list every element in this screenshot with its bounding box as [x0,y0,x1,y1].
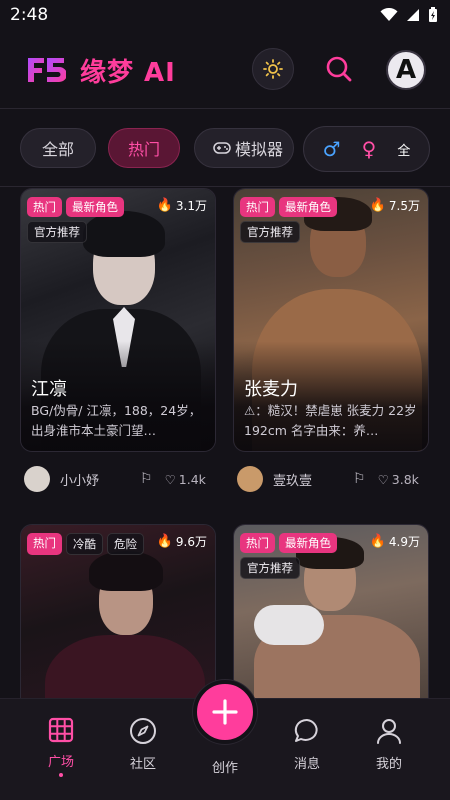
app-screen: 2:48 缘梦 AI A 全部 热门 模拟器 ♂ ♀ 全 热门 最新角色 官方推… [0,0,450,800]
heat-value: 3.1万 [175,199,207,213]
grid-icon [48,717,74,743]
heat-count: 🔥 7.5万 [370,197,420,214]
heat-value: 9.6万 [175,535,207,549]
tag-badge: 最新角色 [279,533,337,553]
tag-badge: 官方推荐 [240,221,300,243]
status-bar: 2:48 [0,0,450,30]
author-avatar[interactable] [237,466,263,492]
nav-community-label: 社区 [129,757,156,772]
tag-badge: 热门 [240,197,275,217]
male-filter-button[interactable]: ♂ [323,137,341,161]
heat-count: 🔥 9.6万 [157,533,207,550]
active-indicator [59,773,63,777]
tab-simulator[interactable]: 模拟器 [194,128,294,168]
tag-list: 热门 最新角色 官方推荐 [240,533,370,579]
flame-icon: 🔥 [369,198,386,213]
tag-badge: 官方推荐 [240,557,300,579]
app-title: 缘梦 AI [80,58,176,88]
like-count: 1.4k [178,471,206,487]
gender-all-button[interactable]: 全 [397,140,410,159]
tag-list: 热门 冷酷 危险 [27,533,157,555]
header-divider [0,108,450,109]
nav-mine[interactable]: 我的 [359,717,419,772]
tabs-divider [0,186,450,187]
heat-value: 4.9万 [388,535,420,549]
character-feed[interactable]: 热门 最新角色 官方推荐 🔥 3.1万 江凛 BG/伪骨/ 江凛，188，24岁… [0,188,450,698]
tag-badge: 危险 [107,533,144,555]
user-avatar-button[interactable]: A [386,50,426,90]
theme-toggle-button[interactable] [252,48,294,90]
character-name: 张麦力 [244,379,298,400]
female-filter-button[interactable]: ♀ [362,137,377,161]
top-header: 缘梦 AI A [0,40,450,100]
character-card[interactable]: 热门 最新角色 官方推荐 🔥 3.1万 江凛 BG/伪骨/ 江凛，188，24岁… [20,188,216,452]
report-flag-icon[interactable]: ⚐ [140,471,153,487]
wifi-icon [380,8,398,21]
tab-all[interactable]: 全部 [20,128,96,168]
create-button[interactable] [193,680,257,744]
card-meta-row: 壹玖壹 ⚐ ♡ 3.8k [233,466,429,492]
author-name[interactable]: 壹玖壹 [273,470,349,489]
nav-plaza[interactable]: 广场 [31,717,91,777]
plus-icon [212,699,238,725]
character-description: BG/伪骨/ 江凛，188，24岁，出身淮市本土豪门望… [31,403,202,438]
tag-badge: 热门 [240,533,275,553]
signal-icon [407,9,419,21]
category-tabs: 全部 热门 模拟器 ♂ ♀ 全 [0,126,450,172]
heart-icon: ♡ [377,471,389,487]
tab-simulator-label: 模拟器 [235,140,284,159]
search-icon [326,56,352,82]
gamepad-icon [213,142,231,154]
app-logo [28,58,66,82]
character-description: ⚠：糙汉！禁虐崽 张麦力 22岁 192cm 名字由来：养… [244,403,417,438]
battery-icon [429,7,437,22]
compass-icon [130,718,156,744]
heat-count: 🔥 3.1万 [157,197,207,214]
tag-badge: 热门 [27,533,62,555]
gender-filter: ♂ ♀ 全 [303,126,430,172]
nav-community[interactable]: 社区 [113,717,173,772]
user-icon [377,719,401,744]
nav-create-label: 创作 [211,761,238,776]
flame-icon: 🔥 [156,198,173,213]
avatar-letter: A [395,55,417,85]
character-card[interactable]: 热门 最新角色 官方推荐 🔥 4.9万 [233,524,429,698]
heat-value: 7.5万 [388,199,420,213]
tag-list: 热门 最新角色 官方推荐 [240,197,370,243]
status-time: 2:48 [10,5,49,25]
tag-badge: 官方推荐 [27,221,87,243]
like-button[interactable]: ♡ 1.4k [165,472,206,487]
nav-plaza-label: 广场 [47,755,74,770]
character-card[interactable]: 热门 冷酷 危险 🔥 9.6万 [20,524,216,698]
tab-hot[interactable]: 热门 [108,128,180,168]
flame-icon: 🔥 [156,534,173,549]
chat-bubble-icon [294,718,318,742]
tag-badge: 冷酷 [66,533,103,555]
tag-list: 热门 最新角色 官方推荐 [27,197,157,243]
author-avatar[interactable] [24,466,50,492]
sun-icon [263,59,283,79]
character-card[interactable]: 热门 最新角色 官方推荐 🔥 7.5万 张麦力 ⚠：糙汉！禁虐崽 张麦力 22岁… [233,188,429,452]
status-icons [380,7,438,23]
report-flag-icon[interactable]: ⚐ [353,471,366,487]
like-button[interactable]: ♡ 3.8k [378,472,419,487]
tag-badge: 最新角色 [66,197,124,217]
like-count: 3.8k [391,471,419,487]
card-meta-row: 小小妤 ⚐ ♡ 1.4k [20,466,216,492]
author-name[interactable]: 小小妤 [60,470,136,489]
tag-badge: 最新角色 [279,197,337,217]
nav-create[interactable]: 创作 [195,749,255,776]
nav-messages-label: 消息 [293,757,320,772]
tag-badge: 热门 [27,197,62,217]
search-button[interactable] [318,48,360,90]
nav-messages[interactable]: 消息 [277,717,337,772]
nav-mine-label: 我的 [375,757,402,772]
flame-icon: 🔥 [369,534,386,549]
heart-icon: ♡ [164,471,176,487]
character-name: 江凛 [31,379,67,400]
heat-count: 🔥 4.9万 [370,533,420,550]
